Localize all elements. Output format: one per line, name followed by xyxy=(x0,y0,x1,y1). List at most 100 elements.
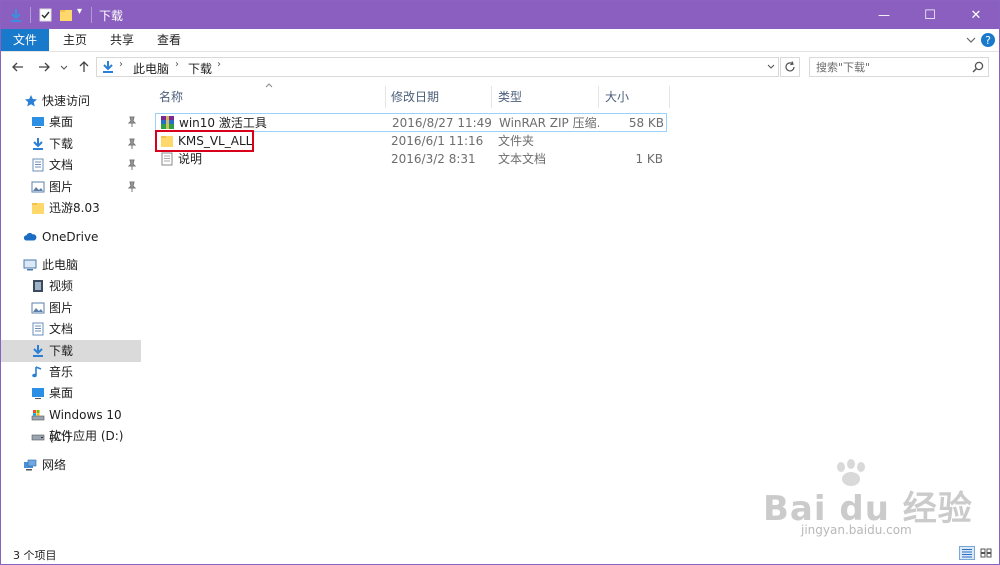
documents-icon xyxy=(32,322,44,336)
breadcrumb-separator[interactable]: › xyxy=(119,59,123,70)
title-divider-2 xyxy=(91,7,92,23)
nav-item-pictures[interactable]: 图片 xyxy=(1,297,141,319)
minimize-button[interactable]: — xyxy=(861,1,907,29)
ribbon-expand-button[interactable] xyxy=(963,32,979,48)
nav-item-documents[interactable]: 文档 xyxy=(1,318,141,340)
nav-item-downloads-pinned[interactable]: 下载 xyxy=(1,133,141,155)
nav-this-pc[interactable]: 此电脑 xyxy=(1,254,141,276)
column-header-size[interactable]: 大小 xyxy=(605,86,665,108)
title-bar[interactable]: ▾ 下载 — ☐ ✕ xyxy=(1,1,999,29)
nav-network[interactable]: 网络 xyxy=(1,454,141,476)
details-view-button[interactable] xyxy=(959,546,975,560)
nav-item-videos[interactable]: 视频 xyxy=(1,275,141,297)
nav-item-desktop[interactable]: 桌面 xyxy=(1,111,141,133)
close-button[interactable]: ✕ xyxy=(953,1,999,29)
baidu-watermark: Bai du 经验 jingyan.baidu.com xyxy=(763,459,993,543)
breadcrumb-separator-2[interactable]: › xyxy=(175,59,179,70)
watermark-url: jingyan.baidu.com xyxy=(801,523,912,537)
nav-onedrive-label: OneDrive xyxy=(42,230,99,244)
search-input[interactable] xyxy=(816,59,966,75)
nav-item-label: 软件应用 (D:) xyxy=(49,429,124,443)
search-icon[interactable] xyxy=(972,61,984,73)
breadcrumb-downloads[interactable]: 下载 xyxy=(188,60,212,77)
item-count: 3 个项目 xyxy=(13,549,57,562)
music-icon xyxy=(32,366,42,378)
download-folder-icon[interactable] xyxy=(9,8,23,22)
file-modified: 2016/8/27 11:49 xyxy=(392,116,492,130)
properties-icon[interactable] xyxy=(39,8,52,22)
file-row[interactable]: 说明 2016/3/2 8:31 文本文档 1 KB xyxy=(155,150,667,169)
column-header-modified[interactable]: 修改日期 xyxy=(391,86,491,108)
address-bar[interactable]: › 此电脑 › 下载 › xyxy=(96,57,779,77)
search-box[interactable] xyxy=(809,57,989,77)
new-folder-icon[interactable] xyxy=(59,8,73,22)
file-modified: 2016/6/1 11:16 xyxy=(391,134,484,148)
tab-home[interactable]: 主页 xyxy=(56,29,94,51)
recent-locations-button[interactable] xyxy=(58,58,70,76)
address-row: › 此电脑 › 下载 › xyxy=(1,52,999,82)
tab-file[interactable]: 文件 xyxy=(1,29,49,51)
column-header-name[interactable]: 名称 xyxy=(159,86,385,108)
nav-onedrive[interactable]: OneDrive xyxy=(1,226,141,248)
nav-item-label: 桌面 xyxy=(49,115,74,129)
refresh-button[interactable] xyxy=(780,57,800,77)
nav-item-documents-pinned[interactable]: 文档 xyxy=(1,154,141,176)
file-name: 说明 xyxy=(178,152,203,166)
close-icon: ✕ xyxy=(970,7,982,23)
chevron-down-icon xyxy=(60,65,68,70)
breadcrumb-separator-3[interactable]: › xyxy=(217,59,221,70)
text-document-icon xyxy=(161,152,173,166)
nav-item-drive-d[interactable]: 软件应用 (D:) xyxy=(1,425,141,447)
forward-button[interactable] xyxy=(35,58,53,76)
file-modified: 2016/3/2 8:31 xyxy=(391,152,476,166)
help-button[interactable]: ? xyxy=(981,33,995,47)
chevron-down-icon xyxy=(966,37,976,43)
system-drive-icon xyxy=(31,410,45,421)
quick-access-toolbar-dropdown[interactable]: ▾ xyxy=(77,6,82,17)
nav-item-label: 音乐 xyxy=(49,365,74,379)
navigation-pane: 快速访问 桌面 下载 文档 图片 迅游8.03 OneDrive 此电脑 视频 … xyxy=(1,83,141,543)
nav-quick-access-label: 快速访问 xyxy=(42,94,91,108)
pin-icon[interactable] xyxy=(127,158,137,172)
large-icons-view-button[interactable] xyxy=(978,546,994,560)
maximize-icon: ☐ xyxy=(924,7,936,23)
nav-item-desktop-pc[interactable]: 桌面 xyxy=(1,382,141,404)
download-icon xyxy=(33,138,43,150)
breadcrumb-this-pc[interactable]: 此电脑 xyxy=(133,60,169,77)
up-button[interactable] xyxy=(75,58,93,76)
nav-item-downloads[interactable]: 下载 xyxy=(1,340,141,362)
nav-item-label: 图片 xyxy=(49,301,74,315)
address-history-dropdown-icon[interactable] xyxy=(767,64,775,69)
column-divider[interactable] xyxy=(385,86,386,108)
large-icons-view-icon xyxy=(980,548,992,558)
pin-icon[interactable] xyxy=(127,137,137,151)
column-divider[interactable] xyxy=(669,86,670,108)
pictures-icon xyxy=(31,302,45,314)
tab-view[interactable]: 查看 xyxy=(150,29,188,51)
nav-item-music[interactable]: 音乐 xyxy=(1,361,141,383)
file-size: 1 KB xyxy=(635,152,663,166)
pictures-icon xyxy=(31,181,45,193)
nav-item-label: 视频 xyxy=(49,279,74,293)
column-divider[interactable] xyxy=(598,86,599,108)
documents-icon xyxy=(32,158,44,172)
file-type: 文本文档 xyxy=(498,152,547,166)
nav-item-xunyou[interactable]: 迅游8.03 xyxy=(1,197,141,219)
help-icon: ? xyxy=(985,33,991,47)
nav-item-pictures-pinned[interactable]: 图片 xyxy=(1,176,141,198)
maximize-button[interactable]: ☐ xyxy=(907,1,953,29)
cloud-icon xyxy=(23,232,37,241)
column-divider[interactable] xyxy=(491,86,492,108)
nav-item-drive-c[interactable]: Windows 10 (C:) xyxy=(1,404,141,444)
window-title: 下载 xyxy=(99,9,124,23)
download-icon xyxy=(33,345,43,357)
tab-share[interactable]: 共享 xyxy=(103,29,141,51)
nav-item-label: 文档 xyxy=(49,322,74,336)
arrow-right-icon xyxy=(39,62,50,72)
back-button[interactable] xyxy=(9,58,27,76)
column-header-type[interactable]: 类型 xyxy=(498,86,598,108)
nav-quick-access[interactable]: 快速访问 xyxy=(1,90,141,112)
pin-icon[interactable] xyxy=(127,180,137,194)
pin-icon[interactable] xyxy=(127,115,137,129)
nav-item-label: 文档 xyxy=(49,158,74,172)
